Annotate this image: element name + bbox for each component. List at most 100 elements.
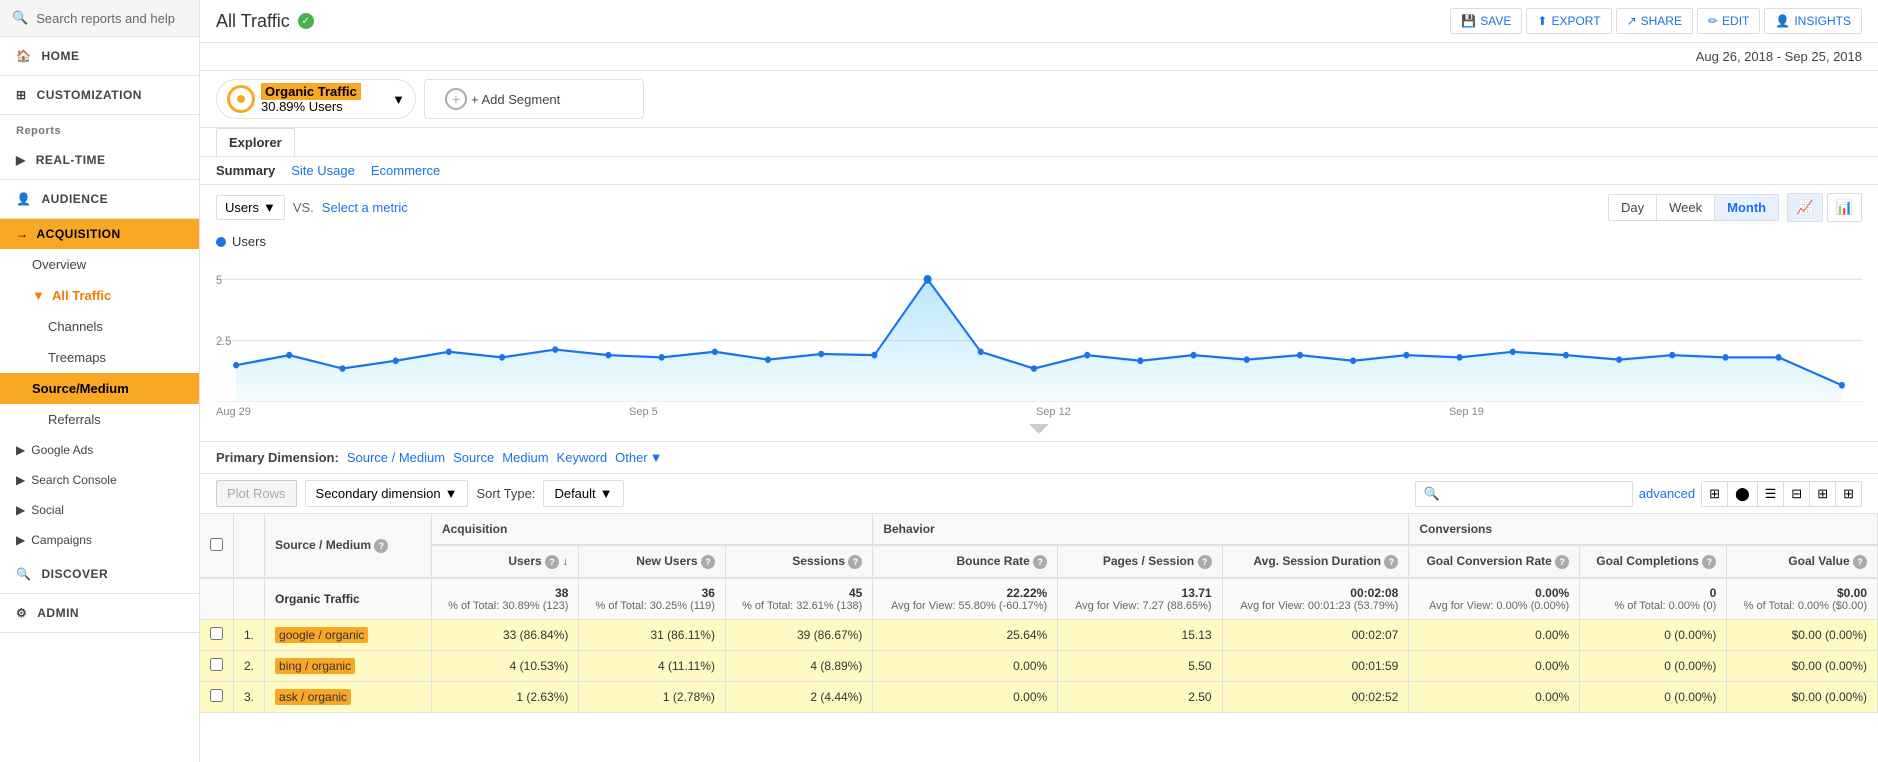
save-button[interactable]: 💾 SAVE [1450,8,1522,34]
goal-conversion-header[interactable]: Goal Conversion Rate ? [1409,545,1580,578]
goal-comp-help-icon[interactable]: ? [1702,555,1716,569]
sidebar-item-audience[interactable]: 👤 AUDIENCE [0,180,199,219]
sidebar-item-discover[interactable]: 🔍 DISCOVER [0,555,199,594]
sessions-help-icon[interactable]: ? [848,555,862,569]
audience-label: AUDIENCE [41,192,108,206]
source-medium-help-icon[interactable]: ? [374,539,388,553]
sidebar-sub-overview[interactable]: Overview [0,249,199,280]
select-all-checkbox[interactable] [200,514,234,578]
total-avg-duration: 00:02:08 Avg for View: 00:01:23 (53.79%) [1222,578,1409,620]
source-link[interactable]: Source [453,450,494,465]
export-button[interactable]: ⬆ EXPORT [1526,8,1611,34]
medium-link[interactable]: Medium [502,450,548,465]
other-dropdown[interactable]: Other ▼ [615,450,662,465]
bounce-help-icon[interactable]: ? [1033,555,1047,569]
row-checkbox-2[interactable] [210,658,223,671]
bounce-rate-header[interactable]: Bounce Rate ? [873,545,1058,578]
advanced-filter-link[interactable]: advanced [1639,486,1695,501]
new-users-header[interactable]: New Users ? [579,545,726,578]
sidebar-item-home[interactable]: 🏠 HOME [0,37,199,76]
week-button[interactable]: Week [1657,195,1715,220]
sidebar-sub-treemaps[interactable]: Treemaps [0,342,199,373]
plot-rows-button[interactable]: Plot Rows [216,480,297,507]
sidebar-sub-source-medium[interactable]: Source/Medium [0,373,199,404]
sub-tab-row: Summary Site Usage Ecommerce [200,157,1878,185]
add-segment-icon: + [445,88,467,110]
bar-chart-button[interactable]: 📊 [1827,193,1862,222]
sidebar: 🔍 Search reports and help 🏠 HOME ⊞ CUSTO… [0,0,200,762]
header-actions: 💾 SAVE ⬆ EXPORT ↗ SHARE ✏ EDIT 👤 INSIGHT… [1450,8,1862,34]
day-button[interactable]: Day [1609,195,1657,220]
insights-button[interactable]: 👤 INSIGHTS [1764,8,1862,34]
explorer-label: Explorer [216,128,295,156]
sidebar-sub-referrals[interactable]: Referrals [0,404,199,435]
lifetime-view-button[interactable]: ⊞ [1836,482,1861,506]
row-duration-2: 00:01:59 [1222,651,1409,682]
new-users-help-icon[interactable]: ? [701,555,715,569]
dimension-bar: Primary Dimension: Source / Medium Sourc… [200,441,1878,474]
sidebar-group-social[interactable]: ▶ Social [0,495,199,525]
add-segment-button[interactable]: + + Add Segment [424,79,644,119]
row-bounce-3: 0.00% [873,682,1058,713]
duration-help-icon[interactable]: ? [1384,555,1398,569]
line-chart-button[interactable]: 📈 [1787,193,1822,222]
pages-session-header[interactable]: Pages / Session ? [1058,545,1222,578]
row-goal-comp-1: 0 (0.00%) [1580,620,1727,651]
source-medium-header[interactable]: Source / Medium ? [265,514,432,578]
goal-val-help-icon[interactable]: ? [1853,555,1867,569]
acquisition-arrow-icon: → [16,227,29,241]
select-metric-link[interactable]: Select a metric [322,200,408,215]
goal-conv-help-icon[interactable]: ? [1555,555,1569,569]
row-source-2[interactable]: bing / organic [265,651,432,682]
compare-view-button[interactable]: ⊟ [1784,482,1810,506]
keyword-link[interactable]: Keyword [557,450,608,465]
pie-view-button[interactable]: ⬤ [1728,482,1758,506]
table-controls: Plot Rows Secondary dimension ▼ Sort Typ… [200,474,1878,514]
sort-type-dropdown[interactable]: Default ▼ [543,480,623,507]
sidebar-item-admin[interactable]: ⚙ ADMIN [0,594,199,633]
avg-duration-header[interactable]: Avg. Session Duration ? [1222,545,1409,578]
share-button[interactable]: ↗ SHARE [1616,8,1693,34]
goal-completions-header[interactable]: Goal Completions ? [1580,545,1727,578]
tab-ecommerce[interactable]: Ecommerce [371,163,440,178]
bar-view-button[interactable]: ☰ [1758,482,1785,506]
sidebar-group-campaigns[interactable]: ▶ Campaigns [0,525,199,555]
chart-x-labels: Aug 29 Sep 5 Sep 12 Sep 19 [216,402,1862,418]
svg-text:2.5: 2.5 [216,335,231,349]
data-view-button[interactable]: ⊞ [1702,482,1728,506]
secondary-dimension-dropdown[interactable]: Secondary dimension ▼ [305,480,469,507]
data-table: Source / Medium ? Acquisition Behavior C… [200,514,1878,713]
users-header[interactable]: Users ? ↓ [431,545,578,578]
row-source-1[interactable]: google / organic [265,620,432,651]
goal-value-header[interactable]: Goal Value ? [1727,545,1878,578]
month-button[interactable]: Month [1715,195,1778,220]
source-medium-link[interactable]: Source / Medium [347,450,445,465]
sessions-header[interactable]: Sessions ? [725,545,872,578]
pages-help-icon[interactable]: ? [1198,555,1212,569]
sidebar-item-customization[interactable]: ⊞ CUSTOMIZATION [0,76,199,115]
dropdown-arrow-icon: ▼ [263,200,276,215]
home-icon: 🏠 [16,49,31,63]
sidebar-item-acquisition[interactable]: → ACQUISITION [0,219,199,249]
tab-site-usage[interactable]: Site Usage [291,163,355,178]
table-row: 3. ask / organic 1 (2.63%) 1 (2.78%) 2 (… [200,682,1878,713]
users-help-icon[interactable]: ? [545,555,559,569]
chart-svg: 5 2.5 [216,257,1862,402]
users-metric-dropdown[interactable]: Users ▼ [216,195,285,220]
edit-button[interactable]: ✏ EDIT [1697,8,1760,34]
sidebar-item-realtime[interactable]: ▶ REAL-TIME [0,141,199,180]
sidebar-sub-channels[interactable]: Channels [0,311,199,342]
row-source-3[interactable]: ask / organic [265,682,432,713]
sidebar-sub-all-traffic[interactable]: ▼ All Traffic [0,280,199,311]
pivot-view-button[interactable]: ⊞ [1810,482,1836,506]
date-range[interactable]: Aug 26, 2018 - Sep 25, 2018 [200,43,1878,71]
row-checkbox-1[interactable] [210,627,223,640]
search-bar[interactable]: 🔍 Search reports and help [0,0,199,37]
sidebar-group-search-console[interactable]: ▶ Search Console [0,465,199,495]
row-checkbox-3[interactable] [210,689,223,702]
tab-summary[interactable]: Summary [216,163,275,178]
search-label: Search reports and help [36,11,175,26]
organic-traffic-segment[interactable]: Organic Traffic 30.89% Users ▼ [216,79,416,119]
table-search-input[interactable] [1444,486,1624,501]
sidebar-group-google-ads[interactable]: ▶ Google Ads [0,435,199,465]
